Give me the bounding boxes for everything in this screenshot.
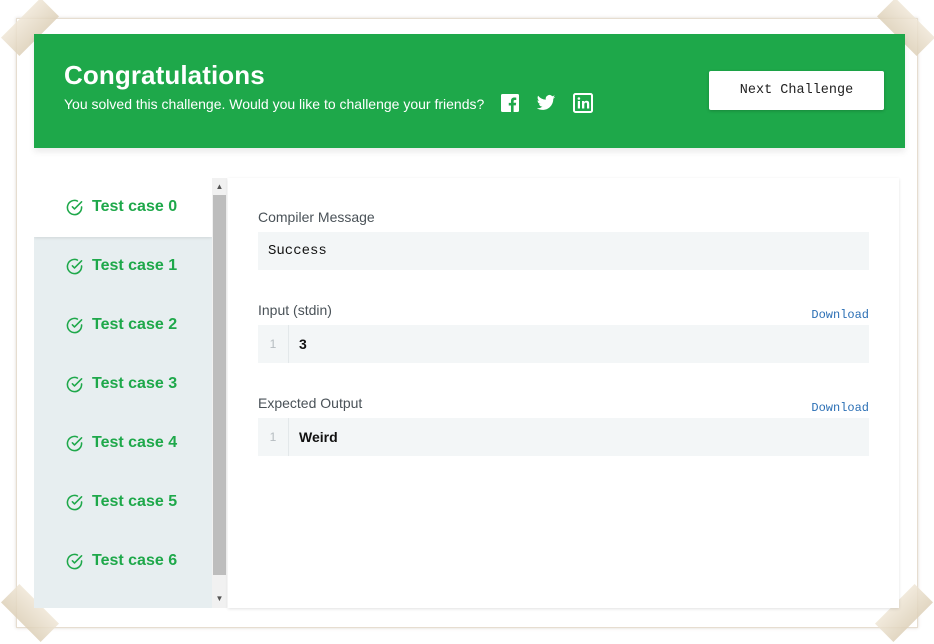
test-case-label: Test case 4 [92,434,178,451]
input-box: 1 3 [258,325,869,363]
check-circle-icon [66,258,83,275]
line-number: 1 [269,430,277,444]
test-case-1[interactable]: Test case 1 [34,237,212,296]
test-case-label: Test case 6 [92,552,178,569]
line-number: 1 [269,337,277,351]
input-value: 3 [299,336,307,352]
expected-output-value: Weird [299,429,338,445]
twitter-icon[interactable] [536,93,556,113]
linkedin-icon[interactable] [573,93,593,113]
banner-subtitle: You solved this challenge. Would you lik… [64,96,485,112]
test-case-list: Test case 0 Test case 1 Test case 2 Test… [34,178,212,608]
test-case-label: Test case 0 [92,198,178,215]
test-case-label: Test case 1 [92,257,178,274]
expected-output-box: 1 Weird [258,418,869,456]
next-challenge-button[interactable]: Next Challenge [709,71,884,110]
input-download-link[interactable]: Download [811,308,869,322]
input-label: Input (stdin) [258,302,332,318]
expected-output-label: Expected Output [258,395,363,411]
test-case-4[interactable]: Test case 4 [34,414,212,473]
facebook-icon[interactable] [500,93,520,113]
scroll-up-arrow-icon[interactable]: ▲ [212,180,227,194]
check-circle-icon [66,317,83,334]
compiler-message: Success [268,243,327,259]
test-case-3[interactable]: Test case 3 [34,355,212,414]
test-case-label: Test case 3 [92,375,178,392]
scroll-down-arrow-icon[interactable]: ▼ [212,592,227,606]
expected-output-download-link[interactable]: Download [811,401,869,415]
test-case-details: Compiler Message Success Input (stdin) D… [228,178,899,608]
check-circle-icon [66,435,83,452]
test-case-2[interactable]: Test case 2 [34,296,212,355]
test-case-5[interactable]: Test case 5 [34,473,212,532]
check-circle-icon [66,494,83,511]
check-circle-icon [66,376,83,393]
test-case-0[interactable]: Test case 0 [34,178,212,237]
banner-title: Congratulations [64,60,265,90]
scroll-thumb[interactable] [213,195,226,575]
test-case-label: Test case 2 [92,316,178,333]
compiler-message-box: Success [258,232,869,270]
check-circle-icon [66,199,83,216]
success-banner: Congratulations You solved this challeng… [34,34,905,148]
test-case-6[interactable]: Test case 6 [34,532,212,591]
check-circle-icon [66,553,83,570]
compiler-message-label: Compiler Message [258,209,375,225]
sidebar-scrollbar[interactable]: ▲ ▼ [212,178,227,608]
test-case-label: Test case 5 [92,493,178,510]
